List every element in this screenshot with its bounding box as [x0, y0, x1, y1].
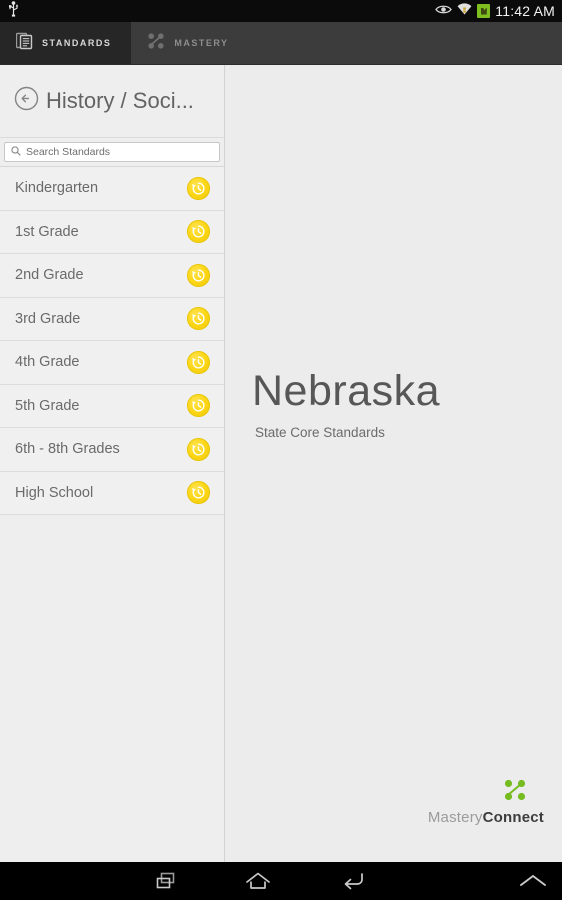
- history-clock-icon[interactable]: [187, 176, 210, 200]
- grade-row-6th-8th-grades[interactable]: 6th - 8th Grades: [0, 428, 224, 472]
- main-content: Nebraska State Core Standards MasteryCon…: [226, 65, 562, 862]
- grade-label: 1st Grade: [15, 223, 79, 240]
- grade-list: Kindergarten 1st Grade 2nd Grade 3rd Gra…: [0, 167, 224, 515]
- standards-sidebar: History / Soci... Kindergarten: [0, 65, 225, 862]
- state-name: Nebraska: [252, 367, 441, 415]
- tab-standards-label: STANDARDS: [42, 38, 112, 48]
- grade-label: 4th Grade: [15, 354, 80, 371]
- tab-mastery[interactable]: MASTERY: [131, 22, 248, 64]
- grade-row-kindergarten[interactable]: Kindergarten: [0, 167, 224, 211]
- masteryconnect-wordmark: MasteryConnect: [428, 809, 544, 826]
- battery-icon: [477, 4, 491, 18]
- back-icon[interactable]: [341, 862, 365, 900]
- search-bar: [0, 138, 224, 167]
- grade-row-3rd-grade[interactable]: 3rd Grade: [0, 297, 224, 341]
- search-standards-box[interactable]: [4, 142, 220, 162]
- grade-label: 3rd Grade: [15, 310, 81, 327]
- documents-icon: [15, 32, 33, 55]
- grade-row-high-school[interactable]: High School: [0, 471, 224, 515]
- page-title: History / Soci...: [46, 88, 194, 113]
- brand-name-bold: Connect: [482, 809, 544, 826]
- status-bar-right: 11:42 AM: [435, 2, 562, 20]
- history-clock-icon[interactable]: [187, 481, 210, 505]
- history-clock-icon[interactable]: [187, 350, 210, 374]
- eye-icon: [435, 2, 453, 20]
- tablet-screen: 11:42 AM STANDARDS MASTERY History / Soc…: [0, 0, 562, 900]
- network-nodes-icon: [147, 32, 165, 55]
- wifi-icon: [457, 2, 472, 20]
- tab-standards[interactable]: STANDARDS: [0, 22, 132, 64]
- status-bar-clock: 11:42 AM: [495, 3, 555, 19]
- grade-row-1st-grade[interactable]: 1st Grade: [0, 210, 224, 254]
- grade-row-2nd-grade[interactable]: 2nd Grade: [0, 254, 224, 298]
- recent-apps-icon[interactable]: [155, 862, 177, 900]
- grade-row-4th-grade[interactable]: 4th Grade: [0, 341, 224, 385]
- app-tab-bar: STANDARDS MASTERY: [0, 22, 562, 65]
- sidebar-header: History / Soci...: [0, 65, 224, 138]
- home-icon[interactable]: [245, 862, 271, 900]
- brand-name-light: Mastery: [427, 809, 483, 826]
- history-clock-icon[interactable]: [187, 263, 210, 287]
- grade-label: High School: [15, 484, 94, 501]
- grade-row-5th-grade[interactable]: 5th Grade: [0, 384, 224, 428]
- masteryconnect-logo: MasteryConnect: [428, 778, 544, 826]
- history-clock-icon[interactable]: [187, 394, 210, 418]
- state-heading-block: Nebraska State Core Standards: [252, 367, 562, 441]
- search-input[interactable]: [26, 146, 213, 158]
- history-clock-icon[interactable]: [187, 307, 210, 331]
- android-nav-bar: [0, 862, 562, 900]
- history-clock-icon[interactable]: [187, 437, 210, 461]
- back-arrow-circle-icon[interactable]: [14, 86, 39, 116]
- usb-icon: [8, 0, 19, 22]
- history-clock-icon[interactable]: [187, 220, 210, 244]
- status-bar-left: [0, 0, 19, 22]
- tab-mastery-label: MASTERY: [174, 38, 229, 48]
- search-icon: [11, 143, 21, 161]
- android-status-bar: 11:42 AM: [0, 0, 562, 22]
- grade-label: 6th - 8th Grades: [15, 441, 120, 458]
- masteryconnect-nodes-icon: [502, 778, 528, 807]
- state-subtitle: State Core Standards: [255, 425, 385, 440]
- grade-label: 2nd Grade: [15, 267, 84, 284]
- grade-label: 5th Grade: [15, 397, 80, 414]
- grade-label: Kindergarten: [15, 180, 99, 197]
- chevron-up-icon[interactable]: [518, 862, 548, 900]
